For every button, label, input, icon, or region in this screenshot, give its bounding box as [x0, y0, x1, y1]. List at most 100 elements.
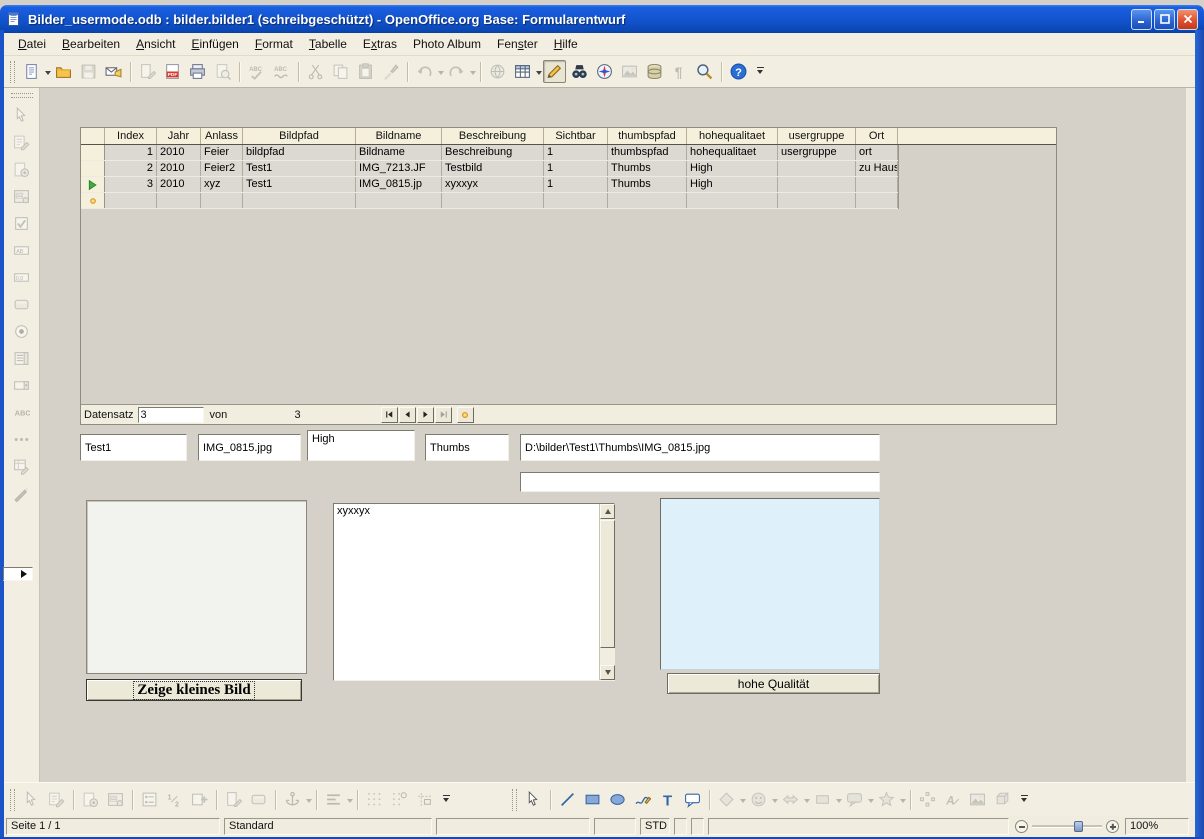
- minimize-button[interactable]: [1131, 9, 1152, 30]
- grid-cell[interactable]: [243, 193, 356, 208]
- grid-cell[interactable]: 2010: [157, 177, 201, 192]
- empty-path-field[interactable]: [520, 472, 880, 492]
- column-header-index[interactable]: Index: [105, 128, 157, 144]
- grid-cell[interactable]: 1: [544, 177, 608, 192]
- show-small-image-button[interactable]: Zeige kleines Bild: [86, 679, 302, 701]
- grid-cell[interactable]: 2: [105, 161, 157, 176]
- menu-einfügen[interactable]: Einfügen: [183, 34, 246, 54]
- column-header-anlass[interactable]: Anlass: [201, 128, 243, 144]
- column-header-jahr[interactable]: Jahr: [157, 128, 201, 144]
- column-header-hohequalitaet[interactable]: hohequalitaet: [687, 128, 778, 144]
- scroll-down-button[interactable]: [600, 665, 615, 680]
- ellipse-button[interactable]: [606, 788, 629, 811]
- column-header-bildname[interactable]: Bildname: [356, 128, 442, 144]
- menu-hilfe[interactable]: Hilfe: [546, 34, 586, 54]
- menu-datei[interactable]: Datei: [10, 34, 54, 54]
- zoom-in-button[interactable]: [1106, 820, 1119, 833]
- bildname-field[interactable]: IMG_0815.jpg: [198, 434, 301, 461]
- menu-extras[interactable]: Extras: [355, 34, 405, 54]
- grid-cell[interactable]: 2010: [157, 161, 201, 176]
- grid-cell[interactable]: Testbild: [442, 161, 544, 176]
- description-textarea[interactable]: xyxxyx: [333, 503, 615, 681]
- grid-cell[interactable]: [105, 193, 157, 208]
- open-document-button[interactable]: [52, 60, 75, 83]
- maximize-button[interactable]: [1154, 9, 1175, 30]
- column-header-sichtbar[interactable]: Sichtbar: [544, 128, 608, 144]
- grid-cell[interactable]: [544, 193, 608, 208]
- insert-table-dropdown-arrow[interactable]: [536, 71, 542, 78]
- row-header[interactable]: [81, 161, 105, 176]
- next-record-button[interactable]: [417, 407, 434, 423]
- toolbar-grip[interactable]: [11, 93, 33, 98]
- find-and-replace-button[interactable]: [568, 60, 591, 83]
- grid-cell[interactable]: [856, 177, 898, 192]
- zoom-button[interactable]: [693, 60, 716, 83]
- grid-cell[interactable]: ort: [856, 145, 898, 160]
- insert-table-button[interactable]: [511, 60, 534, 83]
- zoom-slider-track[interactable]: [1032, 825, 1102, 828]
- zoom-slider[interactable]: [1013, 818, 1121, 835]
- rectangle-button[interactable]: [581, 788, 604, 811]
- menu-ansicht[interactable]: Ansicht: [128, 34, 183, 54]
- grid-cell[interactable]: bildpfad: [243, 145, 356, 160]
- grid-cell[interactable]: 2010: [157, 145, 201, 160]
- grid-cell[interactable]: Thumbs: [608, 161, 687, 176]
- close-button[interactable]: [1177, 9, 1198, 30]
- column-header-ort[interactable]: Ort: [856, 128, 898, 144]
- grid-cell[interactable]: IMG_7213.JF: [356, 161, 442, 176]
- grid-cell[interactable]: Test1: [243, 161, 356, 176]
- vertical-scrollbar[interactable]: [599, 504, 614, 680]
- print-file-button[interactable]: [186, 60, 209, 83]
- zoom-slider-thumb[interactable]: [1074, 821, 1083, 832]
- select-button[interactable]: [522, 788, 545, 811]
- scroll-up-button[interactable]: [600, 504, 615, 519]
- grid-cell[interactable]: [687, 193, 778, 208]
- high-quality-button[interactable]: hohe Qualität: [667, 673, 880, 694]
- help-button[interactable]: ?: [727, 60, 750, 83]
- bildpfad-field[interactable]: Test1: [80, 434, 187, 461]
- new-document-button[interactable]: [20, 60, 43, 83]
- grid-cell[interactable]: 3: [105, 177, 157, 192]
- row-header[interactable]: [81, 145, 105, 160]
- grid-cell[interactable]: thumbspfad: [608, 145, 687, 160]
- full-path-field[interactable]: D:\bilder\Test1\Thumbs\IMG_0815.jpg: [520, 434, 880, 461]
- grid-cell[interactable]: zu Haus: [856, 161, 898, 176]
- document-as-email-button[interactable]: [102, 60, 125, 83]
- draw-toolbar-options[interactable]: [1018, 788, 1030, 811]
- grid-cell[interactable]: Bildname: [356, 145, 442, 160]
- qualitaet-field[interactable]: High: [307, 430, 415, 461]
- grid-cell[interactable]: usergruppe: [778, 145, 856, 160]
- previous-record-button[interactable]: [399, 407, 416, 423]
- zoom-out-button[interactable]: [1015, 820, 1028, 833]
- grid-cell[interactable]: [608, 193, 687, 208]
- column-header-thumbspfad[interactable]: thumbspfad: [608, 128, 687, 144]
- grid-cell[interactable]: [856, 193, 898, 208]
- new-row-marker[interactable]: [81, 193, 105, 208]
- menu-tabelle[interactable]: Tabelle: [301, 34, 355, 54]
- form-toolbar-options[interactable]: [440, 788, 452, 811]
- menu-fenster[interactable]: Fenster: [489, 34, 546, 54]
- toolbar-options[interactable]: [754, 60, 766, 83]
- grid-cell[interactable]: Feier2: [201, 161, 243, 176]
- grid-cell[interactable]: High: [687, 161, 778, 176]
- menu-format[interactable]: Format: [247, 34, 301, 54]
- grid-cell[interactable]: Beschreibung: [442, 145, 544, 160]
- new-document-dropdown-arrow[interactable]: [45, 71, 51, 78]
- data-sources-button[interactable]: [643, 60, 666, 83]
- scrollbar-thumb[interactable]: [600, 520, 615, 648]
- grid-cell[interactable]: High: [687, 177, 778, 192]
- grid-cell[interactable]: Test1: [243, 177, 356, 192]
- menu-bearbeiten[interactable]: Bearbeiten: [54, 34, 128, 54]
- line-button[interactable]: [556, 788, 579, 811]
- column-header-usergruppe[interactable]: usergruppe: [778, 128, 856, 144]
- grid-cell[interactable]: [778, 177, 856, 192]
- grid-cell[interactable]: Feier: [201, 145, 243, 160]
- grid-cell[interactable]: [201, 193, 243, 208]
- column-header-bildpfad[interactable]: Bildpfad: [243, 128, 356, 144]
- column-header-beschreibung[interactable]: Beschreibung: [442, 128, 544, 144]
- current-row-marker[interactable]: [81, 177, 105, 192]
- show-draw-functions-button[interactable]: [543, 60, 566, 83]
- grid-cell[interactable]: xyxxyx: [442, 177, 544, 192]
- callout-button[interactable]: [681, 788, 704, 811]
- grid-cell[interactable]: hohequalitaet: [687, 145, 778, 160]
